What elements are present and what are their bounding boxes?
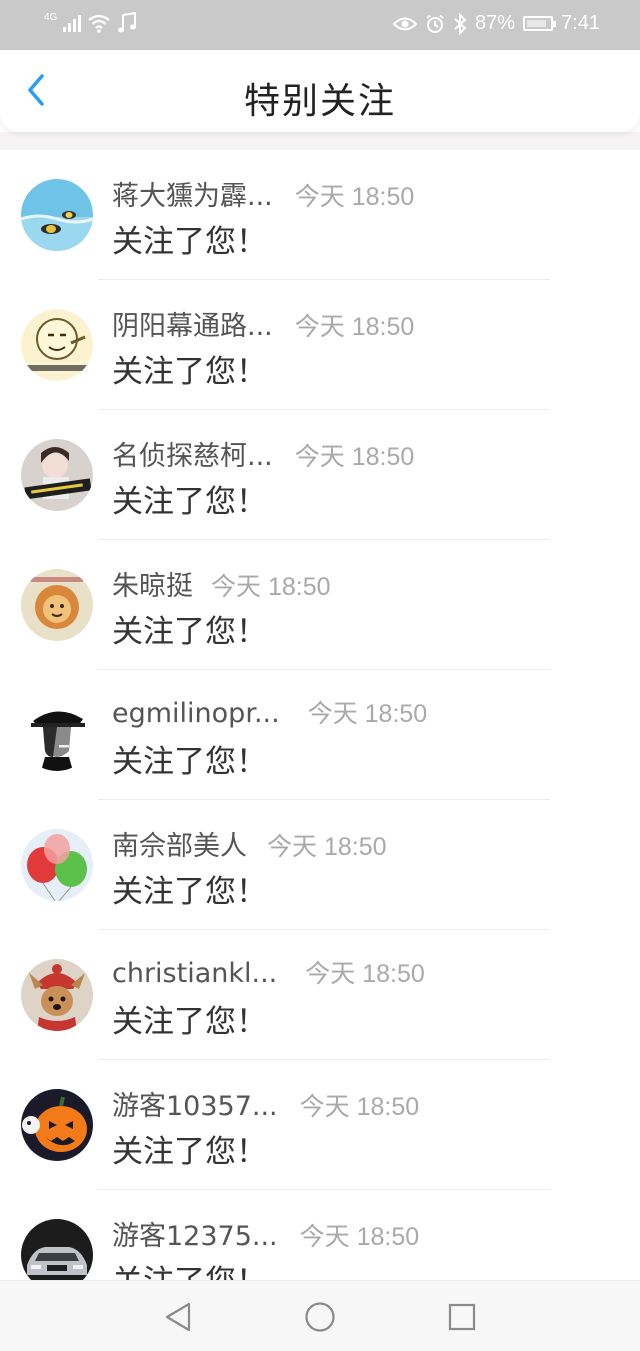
battery-percent: 87% [475, 12, 516, 34]
timestamp: 今天 18:50 [307, 700, 428, 728]
user-line: 游客10357... 今天 18:50 [112, 1084, 419, 1123]
message-text: 关注了您！ [112, 354, 267, 390]
system-nav-bar [0, 1280, 640, 1351]
header: 特别关注 [0, 50, 640, 132]
user-name[interactable]: 名侦探慈柯... [112, 434, 273, 473]
message-text: 关注了您！ [112, 1134, 267, 1170]
timestamp: 今天 18:50 [294, 313, 415, 341]
timestamp: 今天 18:50 [294, 183, 415, 211]
list-item[interactable]: 名侦探慈柯... 今天 18:50 关注了您！ [0, 410, 640, 540]
bluetooth-icon [454, 12, 467, 35]
battery-icon [523, 16, 557, 31]
message-text: 关注了您！ [112, 874, 267, 910]
list-item[interactable]: christiankl... 今天 18:50 关注了您！ [0, 930, 640, 1060]
avatar[interactable] [21, 829, 93, 901]
beach-fish-avatar [21, 179, 93, 251]
signal-icon [63, 14, 82, 32]
car-avatar [21, 1219, 93, 1280]
music-icon [118, 12, 137, 33]
user-name[interactable]: christiankl... [112, 958, 277, 989]
nav-home-button[interactable] [296, 1293, 344, 1341]
user-line: egmilinopr... 今天 18:50 [112, 694, 427, 730]
message-text: 关注了您！ [112, 1256, 267, 1280]
wifi-icon [88, 14, 111, 33]
user-name[interactable]: 游客10357... [112, 1084, 278, 1123]
eye-icon [393, 17, 418, 30]
follow-notification-list[interactable]: 蒋大獯为霹... 今天 18:50 关注了您！ 阴阳幕通路... 今天 18:5… [0, 150, 640, 1280]
battery-level-fill [527, 20, 547, 27]
user-line: 蒋大獯为霹... 今天 18:50 [112, 174, 414, 213]
user-line: 名侦探慈柯... 今天 18:50 [112, 434, 414, 473]
network-type-label: 4G [44, 11, 58, 23]
avatar[interactable] [21, 699, 93, 771]
list-item[interactable]: 游客10357... 今天 18:50 关注了您！ [0, 1060, 640, 1190]
screen: 4G 87% 7:41 特别关注 蒋大獯为霹... 今天 18:50 关注了您！… [0, 0, 640, 1351]
status-right: 87% 7:41 [393, 12, 600, 35]
user-line: 朱晾挺 今天 18:50 [112, 564, 331, 603]
message-text: 关注了您！ [112, 744, 267, 780]
timestamp: 今天 18:50 [211, 573, 331, 601]
user-name[interactable]: 南佘部美人 [112, 824, 247, 863]
list-item[interactable]: 阴阳幕通路... 今天 18:50 关注了您！ [0, 280, 640, 410]
capped-man-avatar [21, 699, 93, 771]
user-name[interactable]: egmilinopr... [112, 698, 280, 729]
message-text: 关注了您！ [112, 224, 267, 260]
user-line: christiankl... 今天 18:50 [112, 954, 425, 990]
message-text: 关注了您！ [112, 1004, 267, 1040]
recents-square-icon [448, 1303, 476, 1331]
home-circle-icon [305, 1302, 335, 1332]
anime-girl-avatar [21, 439, 93, 511]
avatar[interactable] [21, 959, 93, 1031]
back-triangle-icon [165, 1302, 191, 1332]
user-line: 南佘部美人 今天 18:50 [112, 824, 387, 863]
user-name[interactable]: 朱晾挺 [112, 564, 193, 603]
avatar[interactable] [21, 439, 93, 511]
page-title: 特别关注 [243, 81, 396, 122]
message-text: 关注了您！ [112, 614, 267, 650]
header-separator [0, 132, 640, 150]
user-name[interactable]: 游客12375... [112, 1214, 278, 1253]
user-line: 阴阳幕通路... 今天 18:50 [112, 304, 414, 343]
user-name[interactable]: 阴阳幕通路... [112, 304, 273, 343]
timestamp: 今天 18:50 [299, 1223, 420, 1251]
status-bar: 4G 87% 7:41 [0, 0, 640, 50]
user-line: 游客12375... 今天 18:50 [112, 1214, 419, 1253]
nav-back-button[interactable] [154, 1293, 202, 1341]
avatar[interactable] [21, 569, 93, 641]
avatar[interactable] [21, 1089, 93, 1161]
timestamp: 今天 18:50 [305, 960, 425, 988]
meme-face-avatar [21, 309, 93, 381]
alarm-icon [426, 14, 444, 33]
list-item[interactable]: 游客12375... 今天 18:50 关注了您！ [0, 1190, 640, 1280]
avatar[interactable] [21, 179, 93, 251]
avatar[interactable] [21, 1219, 93, 1280]
list-item[interactable]: egmilinopr... 今天 18:50 关注了您！ [0, 670, 640, 800]
nav-recents-button[interactable] [438, 1293, 486, 1341]
cartoon-lion-avatar [21, 569, 93, 641]
status-left: 4G [44, 12, 137, 34]
timestamp: 今天 18:50 [267, 833, 387, 861]
balloons-avatar [21, 829, 93, 901]
user-name[interactable]: 蒋大獯为霹... [112, 174, 273, 213]
list-item[interactable]: 朱晾挺 今天 18:50 关注了您！ [0, 540, 640, 670]
dog-hat-avatar [21, 959, 93, 1031]
list-item[interactable]: 蒋大獯为霹... 今天 18:50 关注了您！ [0, 150, 640, 280]
timestamp: 今天 18:50 [299, 1093, 420, 1121]
timestamp: 今天 18:50 [294, 443, 415, 471]
list-item[interactable]: 南佘部美人 今天 18:50 关注了您！ [0, 800, 640, 930]
pumpkin-avatar [21, 1089, 93, 1161]
avatar[interactable] [21, 309, 93, 381]
clock: 7:41 [561, 12, 600, 34]
message-text: 关注了您！ [112, 484, 267, 520]
